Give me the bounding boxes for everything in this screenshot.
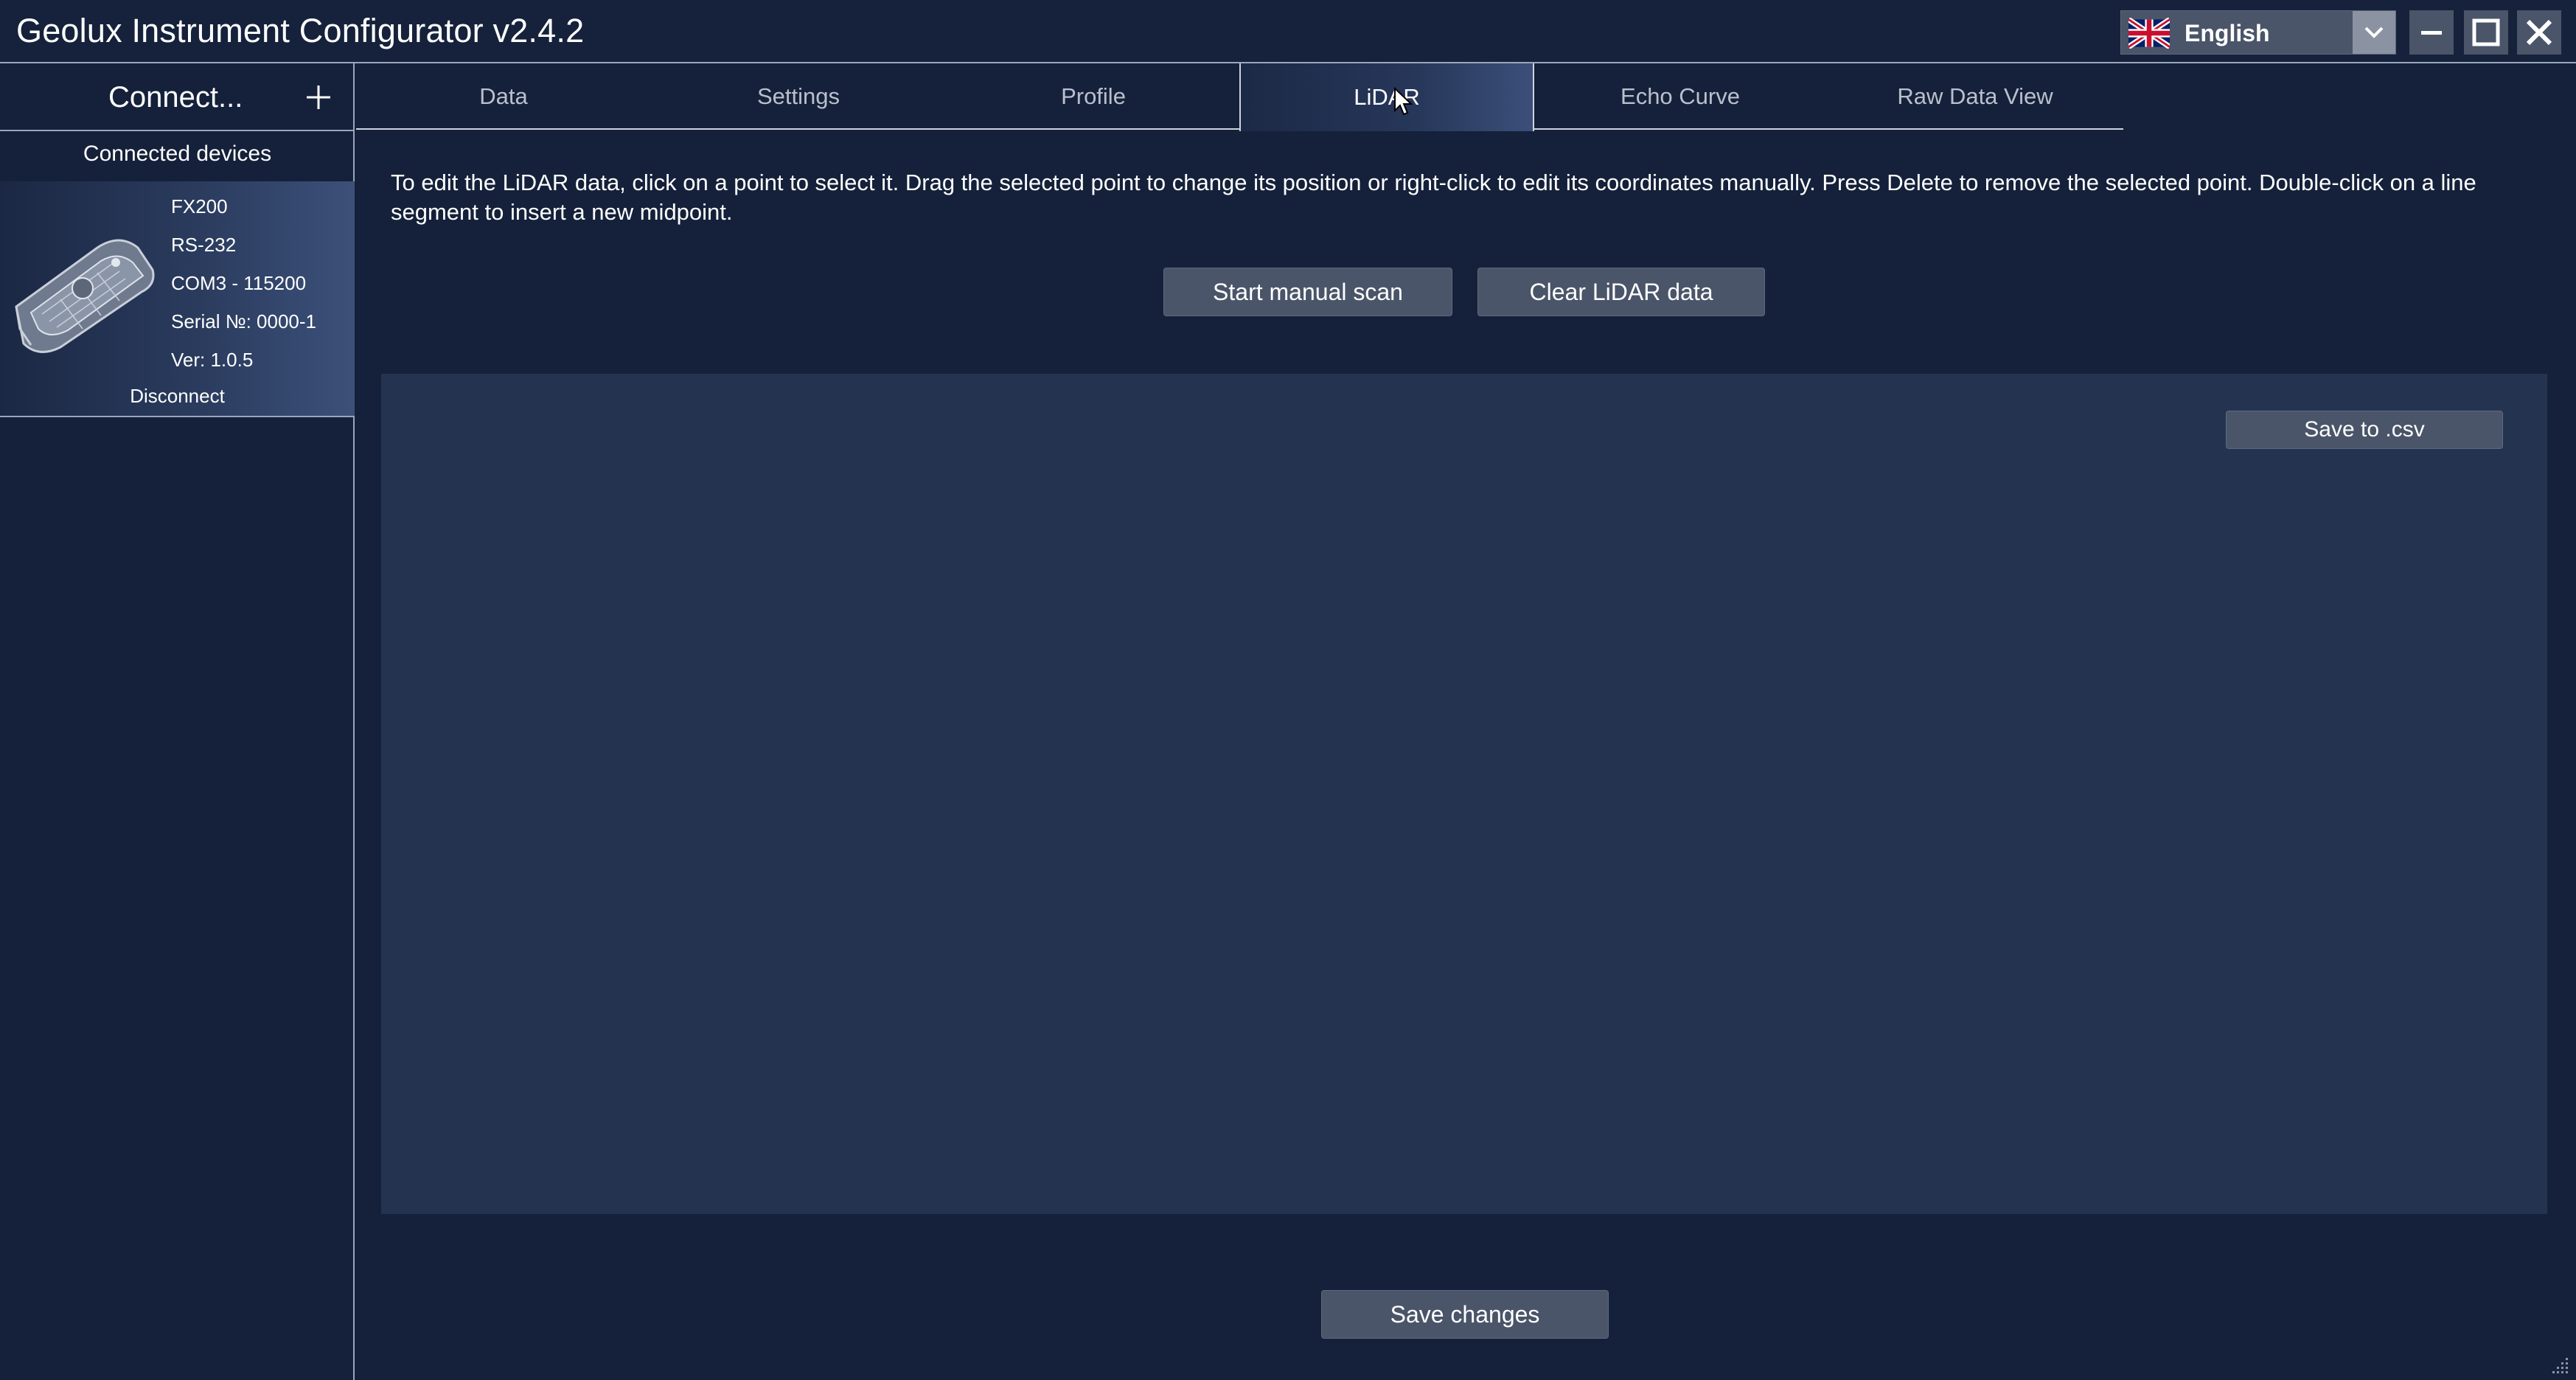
save-to-csv-button[interactable]: Save to .csv [2226,411,2503,449]
tab-profile[interactable]: Profile [946,63,1241,130]
sidebar: Connect... Connected devices FX200 RS-23… [0,63,355,1380]
app-title: Geolux Instrument Configurator v2.4.2 [16,12,585,49]
plus-icon[interactable] [304,83,333,112]
device-serial: Serial №: 0000-1 [171,310,316,332]
device-port: COM3 - 115200 [171,272,307,294]
tab-lidar[interactable]: LiDAR [1239,63,1534,131]
connect-row[interactable]: Connect... [0,63,355,131]
connect-label[interactable]: Connect... [108,81,243,114]
device-interface: RS-232 [171,234,237,256]
lidar-instructions: To edit the LiDAR data, click on a point… [391,170,2476,225]
tab-settings[interactable]: Settings [651,63,946,130]
app-window: Geolux Instrument Configurator v2.4.2 En… [0,0,2576,1380]
close-button[interactable] [2517,10,2561,55]
disconnect-button[interactable]: Disconnect [0,385,355,408]
device-card[interactable]: FX200 RS-232 COM3 - 115200 Serial №: 000… [0,181,355,417]
maximize-button[interactable] [2464,10,2508,55]
language-select[interactable]: English [2120,10,2396,55]
minimize-button[interactable] [2409,10,2454,55]
language-label: English [2185,20,2270,46]
save-changes-button[interactable]: Save changes [1321,1290,1609,1339]
tab-echo-curve[interactable]: Echo Curve [1533,63,1828,130]
tab-raw-data-view[interactable]: Raw Data View [1828,63,2123,130]
device-image [15,239,155,353]
connected-devices-heading: Connected devices [83,142,272,166]
lidar-plot-area[interactable]: Save to .csv [381,374,2547,1214]
chevron-down-icon[interactable] [2353,11,2395,54]
tab-data[interactable]: Data [356,63,651,130]
device-info: FX200 RS-232 COM3 - 115200 Serial №: 000… [171,187,316,379]
maximize-icon [2472,18,2500,46]
start-manual-scan-button[interactable]: Start manual scan [1163,268,1452,316]
minimize-icon [2421,31,2442,35]
mouse-cursor-icon [1394,87,1413,116]
device-version: Ver: 1.0.5 [171,349,254,371]
resize-grip-icon[interactable] [2551,1355,2570,1374]
tab-bar: Data Settings Profile LiDAR Echo Curve R… [356,63,2576,131]
uk-flag-icon [2128,18,2170,49]
device-model: FX200 [171,195,228,217]
close-icon [2526,19,2552,46]
title-bar: Geolux Instrument Configurator v2.4.2 En… [0,0,2576,63]
clear-lidar-data-button[interactable]: Clear LiDAR data [1477,268,1765,316]
